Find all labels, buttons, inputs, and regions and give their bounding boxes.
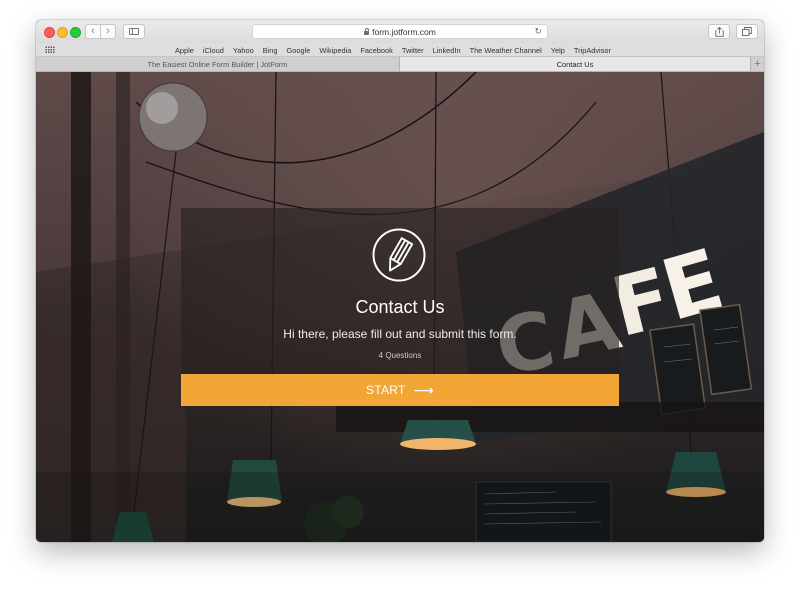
sidebar-icon: [129, 28, 139, 35]
address-bar[interactable]: form.jotform.com ↻: [252, 24, 548, 39]
chevron-left-icon: ‹: [91, 25, 95, 37]
zoom-window-button[interactable]: [70, 27, 81, 38]
bookmark-item[interactable]: TripAdvisor: [574, 46, 611, 55]
history-nav: ‹ ›: [85, 24, 116, 39]
form-subtitle: Hi there, please fill out and submit thi…: [283, 327, 517, 341]
bookmark-item[interactable]: Twitter: [402, 46, 424, 55]
url-text: form.jotform.com: [372, 26, 436, 37]
tab-contact-us[interactable]: Contact Us: [400, 57, 750, 71]
grid-icon[interactable]: [45, 46, 55, 53]
close-window-button[interactable]: [44, 27, 55, 38]
new-tab-button[interactable]: +: [750, 57, 764, 71]
sidebar-toggle-button[interactable]: [123, 24, 145, 39]
share-icon: [714, 26, 724, 37]
bookmark-item[interactable]: Yahoo: [233, 46, 254, 55]
chevron-right-icon: ›: [106, 25, 110, 37]
start-button[interactable]: START ⟶: [181, 374, 619, 406]
question-count: 4 Questions: [378, 351, 422, 360]
bookmark-list: Apple iCloud Yahoo Bing Google Wikipedia Faceb…: [175, 43, 620, 57]
browser-toolbar: ‹ › form.jotform.com ↻: [36, 20, 764, 43]
bookmark-item[interactable]: Yelp: [551, 46, 565, 55]
form-title: Contact Us: [355, 297, 445, 317]
bookmark-item[interactable]: Wikipedia: [319, 46, 351, 55]
bookmark-item[interactable]: Bing: [263, 46, 278, 55]
tab-label: The Easiest Online Form Builder | JotFor…: [147, 59, 288, 69]
form-welcome-card: Contact Us Hi there, please fill out and…: [181, 208, 619, 406]
tab-bar: The Easiest Online Form Builder | JotFor…: [36, 57, 764, 72]
browser-window: ‹ › form.jotform.com ↻ Apple iCloud Yahoo B…: [36, 20, 764, 542]
bookmark-item[interactable]: Facebook: [360, 46, 392, 55]
bookmark-item[interactable]: The Weather Channel: [470, 46, 542, 55]
arrow-right-icon: ⟶: [413, 382, 435, 398]
bookmark-item[interactable]: Google: [286, 46, 310, 55]
form-page: C A F E: [36, 72, 764, 542]
minimize-window-button[interactable]: [57, 27, 68, 38]
tab-jotform-home[interactable]: The Easiest Online Form Builder | JotFor…: [36, 57, 400, 71]
reload-icon[interactable]: ↻: [534, 26, 542, 37]
plus-icon: +: [754, 58, 761, 70]
forward-button[interactable]: ›: [100, 25, 115, 38]
tab-label: Contact Us: [556, 59, 594, 69]
back-button[interactable]: ‹: [86, 25, 100, 38]
bookmarks-bar: Apple iCloud Yahoo Bing Google Wikipedia Faceb…: [36, 43, 764, 57]
bookmark-item[interactable]: iCloud: [203, 46, 224, 55]
bookmark-item[interactable]: Apple: [175, 46, 194, 55]
bookmark-item[interactable]: LinkedIn: [433, 46, 461, 55]
pencil-icon: [372, 228, 426, 282]
tabs-overview-button[interactable]: [736, 24, 758, 39]
start-button-label: START: [365, 383, 406, 397]
share-button[interactable]: [708, 24, 730, 39]
lock-icon: [364, 27, 370, 35]
tabs-icon: [742, 27, 752, 36]
